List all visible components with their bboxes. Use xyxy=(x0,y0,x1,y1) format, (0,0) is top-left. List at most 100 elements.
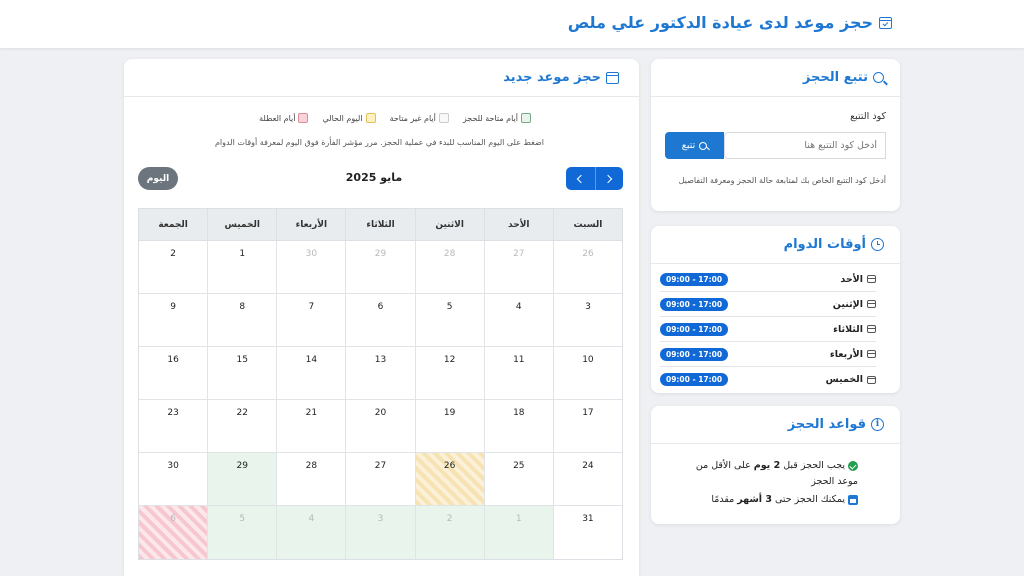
calendar-day-cell[interactable]: 21 xyxy=(276,400,345,452)
hours-row: الثلاثاء 09:00 - 17:00 xyxy=(660,317,876,342)
check-circle-icon xyxy=(848,460,858,471)
calendar-day-cell[interactable]: 15 xyxy=(207,347,276,399)
day-number: 5 xyxy=(446,302,453,312)
info-icon: i xyxy=(871,418,884,431)
calendar-day-cell[interactable]: 2 xyxy=(414,506,484,559)
tracking-code-label: كود التتبع xyxy=(850,111,886,122)
calendar-day-cell[interactable]: 11 xyxy=(483,347,553,399)
calendar-icon xyxy=(867,300,876,308)
site-title: حجز موعد لدى عيادة الدكتور علي ملص xyxy=(568,13,892,32)
day-number: 7 xyxy=(308,302,315,312)
track-booking-card: تتبع الحجز كود التتبع تتبع أدخل كود التت… xyxy=(651,59,900,211)
hours-day: الإثنين xyxy=(832,298,863,310)
track-button[interactable]: تتبع xyxy=(665,132,724,159)
calendar-day-cell[interactable]: 27 xyxy=(483,241,553,293)
calendar-day-cell[interactable]: 12 xyxy=(414,347,484,399)
calendar-day-cell[interactable]: 2 xyxy=(139,241,207,293)
calendar-day-cell[interactable]: 17 xyxy=(552,400,622,452)
calendar-day-cell[interactable]: 3 xyxy=(345,506,415,559)
next-month-button[interactable] xyxy=(594,167,623,190)
site-title-text: حجز موعد لدى عيادة الدكتور علي ملص xyxy=(567,13,873,32)
weekday-label: الثلاثاء xyxy=(345,209,414,240)
calendar-week-row: 17 18 19 20 21 22 23 xyxy=(139,400,622,453)
day-number: 6 xyxy=(377,302,384,312)
hours-card-title: أوقات الدوام xyxy=(783,237,866,252)
calendar-day-cell[interactable]: 24 xyxy=(552,453,622,505)
hours-badge: 09:00 - 17:00 xyxy=(660,272,729,286)
legend-swatch xyxy=(298,113,309,123)
calendar-day-cell[interactable]: 1 xyxy=(207,241,276,293)
weekday-label: الخميس xyxy=(207,209,276,240)
day-number: 17 xyxy=(582,408,594,418)
day-number: 8 xyxy=(239,302,246,312)
calendar-day-cell[interactable]: 4 xyxy=(276,506,346,559)
calendar-day-cell[interactable]: 7 xyxy=(276,294,345,346)
day-number: 29 xyxy=(374,249,387,259)
calendar-day-cell[interactable]: 22 xyxy=(207,400,276,452)
calendar-day-cell[interactable]: 26 xyxy=(552,241,622,293)
calendar-day-cell[interactable]: 6 xyxy=(345,294,414,346)
calendar-day-cell[interactable]: 30 xyxy=(139,453,207,505)
legend-available: أيام متاحة للحجز xyxy=(463,113,531,123)
calendar-day-cell[interactable]: 26 xyxy=(414,453,484,505)
calendar-day-cell[interactable]: 19 xyxy=(414,400,484,452)
day-number: 26 xyxy=(443,461,456,471)
clock-icon xyxy=(871,238,884,251)
calendar-day-cell[interactable]: 16 xyxy=(139,347,207,399)
calendar-day-cell[interactable]: 9 xyxy=(139,294,207,346)
track-button-label: تتبع xyxy=(681,140,696,151)
calendar-day-cell[interactable]: 5 xyxy=(207,506,277,559)
calendar-day-cell[interactable]: 1 xyxy=(483,506,553,559)
calendar-day-cell[interactable]: 31 xyxy=(552,506,622,559)
day-number: 9 xyxy=(170,302,176,312)
calendar-day-cell[interactable]: 5 xyxy=(414,294,484,346)
calendar-day-cell[interactable]: 29 xyxy=(345,241,414,293)
calendar-day-cell[interactable]: 20 xyxy=(345,400,414,452)
hours-badge: 09:00 - 17:00 xyxy=(660,322,729,336)
calendar-day-cell[interactable]: 29 xyxy=(207,453,277,505)
calendar-day-cell[interactable]: 23 xyxy=(139,400,207,452)
calendar-instructions: اضغط على اليوم المناسب للبدء في عملية ال… xyxy=(214,138,544,147)
day-number: 6 xyxy=(170,514,176,524)
prev-month-button[interactable] xyxy=(566,167,595,190)
day-number: 19 xyxy=(443,408,456,418)
day-number: 29 xyxy=(236,461,248,471)
day-number: 10 xyxy=(582,355,594,365)
day-number: 28 xyxy=(305,461,318,471)
calendar-day-cell[interactable]: 25 xyxy=(483,453,553,505)
calendar-day-cell[interactable]: 28 xyxy=(276,453,345,505)
day-number: 3 xyxy=(377,514,384,524)
calendar-day-cell[interactable]: 13 xyxy=(345,347,414,399)
day-number: 1 xyxy=(515,514,522,524)
calendar-day-cell[interactable]: 4 xyxy=(483,294,553,346)
calendar-day-cell[interactable]: 28 xyxy=(414,241,484,293)
day-number: 27 xyxy=(374,461,387,471)
calendar-day-cell[interactable]: 30 xyxy=(276,241,345,293)
calendar-day-cell[interactable]: 27 xyxy=(345,453,414,505)
day-number: 28 xyxy=(443,249,456,259)
tracking-code-input[interactable] xyxy=(724,132,886,159)
calendar-day-cell[interactable]: 3 xyxy=(552,294,622,346)
day-number: 4 xyxy=(308,514,315,524)
day-number: 3 xyxy=(585,302,591,312)
legend-unavailable: أيام غير متاحة xyxy=(390,113,449,123)
weekday-label: الأحد xyxy=(483,209,553,240)
calendar-day-cell[interactable]: 6 xyxy=(139,506,208,559)
calendar-day-cell[interactable]: 8 xyxy=(207,294,276,346)
calendar-day-cell[interactable]: 10 xyxy=(552,347,622,399)
new-booking-card: حجز موعد جديد أيام متاحة للحجز أيام غير … xyxy=(124,59,639,576)
today-button[interactable]: اليوم xyxy=(138,167,178,190)
calendar-day-cell[interactable]: 18 xyxy=(483,400,553,452)
calendar-icon xyxy=(867,275,876,283)
day-number: 24 xyxy=(582,461,594,471)
month-title: مايو 2025 xyxy=(345,171,403,184)
hours-day: الثلاثاء xyxy=(833,323,863,335)
day-number: 15 xyxy=(236,355,248,365)
calendar-day-cell[interactable]: 14 xyxy=(276,347,345,399)
hours-badge: 09:00 - 17:00 xyxy=(660,297,729,311)
chevron-right-icon xyxy=(604,174,613,183)
calendar-icon xyxy=(848,494,858,505)
legend-holiday: أيام العطلة xyxy=(259,113,309,123)
working-hours-card: أوقات الدوام الأحد 09:00 - 17:00 الإثنين… xyxy=(651,226,900,393)
day-number: 31 xyxy=(582,514,594,524)
